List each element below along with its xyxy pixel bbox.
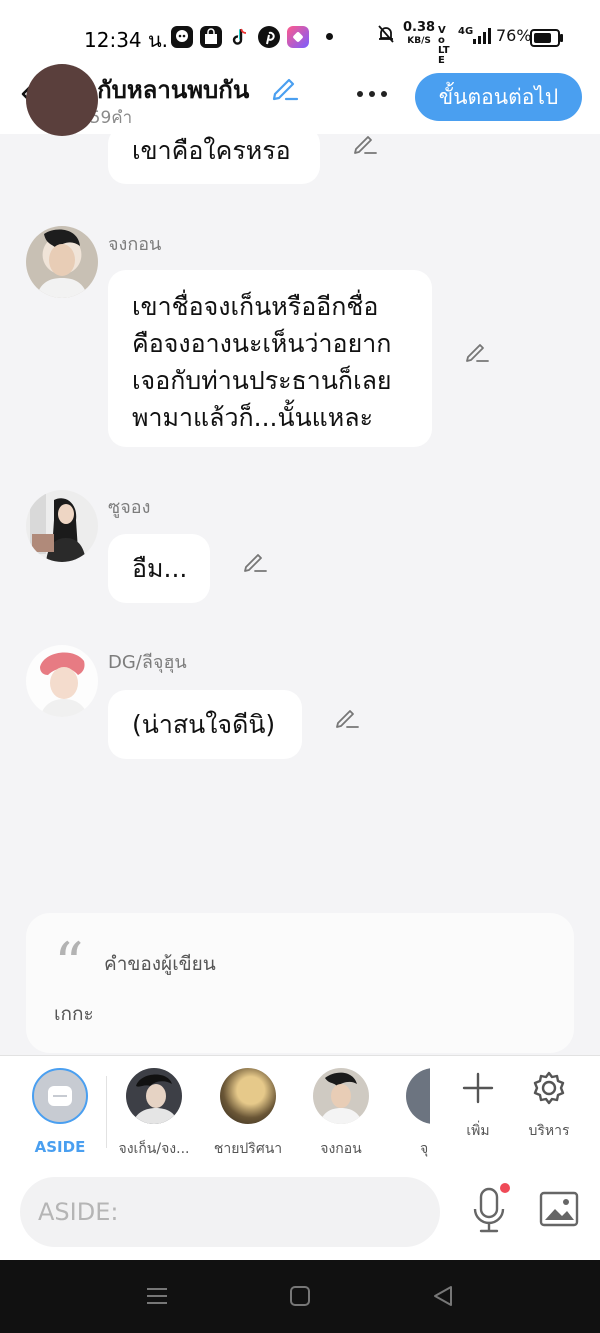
writer-note-text: เกกะ [54,1003,94,1025]
home-nav-button[interactable] [289,1284,311,1312]
record-indicator-dot [500,1183,510,1193]
status-bar: 12:34 น. 0.38 KB/S Vo LTE 4G 76% [0,0,600,68]
avatar [220,1068,276,1124]
pencil-icon [272,78,299,101]
character-selector: ASIDE จงเก็น/จง... ชายปริศนา จงกอน จุ เพ… [0,1055,600,1166]
edit-message-button[interactable] [242,548,268,574]
network-speed: 0.38 KB/S [403,20,436,46]
avatar [126,1068,182,1124]
avatar[interactable] [26,226,98,298]
sender-name: จงกอน [108,234,162,255]
avatar[interactable] [26,645,98,717]
back-triangle-icon [434,1286,452,1306]
volte-indicator: Vo LTE [438,25,450,66]
message-input[interactable] [20,1177,440,1247]
back-nav-button[interactable] [432,1284,454,1312]
message-bubble[interactable]: (น่าสนใจดีนิ) [108,690,302,759]
battery-percent: 76% [496,26,532,45]
plus-icon [458,1068,498,1108]
avatar [313,1068,369,1124]
next-step-button[interactable]: ขั้นตอนต่อไป [415,73,582,121]
system-nav-bar [0,1260,600,1333]
character-item[interactable]: ชายปริศนา [210,1068,286,1160]
line-app-icon [171,26,193,48]
mute-bell-icon [377,24,395,48]
character-label: ASIDE [34,1138,86,1156]
battery-icon [530,29,563,47]
home-square-icon [290,1286,310,1306]
character-label: จงเก็น/จง... [118,1141,190,1157]
sender-name: ซูจอง [108,497,151,518]
pencil-icon [354,136,377,154]
more-options-button[interactable] [352,76,392,113]
character-item[interactable]: จงเก็น/จง... [118,1068,190,1160]
signal-icon [472,28,492,48]
message-bubble[interactable]: อืม... [108,534,210,603]
edit-message-button[interactable] [352,130,378,156]
menu-nav-button[interactable] [146,1284,168,1312]
character-aside[interactable]: ASIDE [24,1068,96,1156]
pencil-icon [244,554,267,572]
message-bubble[interactable]: เขาคือใครหรอ [108,126,320,184]
gear-icon [529,1068,569,1108]
compose-bar [0,1165,600,1260]
notification-dot [326,33,333,40]
pinterest-icon [258,26,280,48]
edit-title-button[interactable] [270,72,300,102]
manage-characters-button[interactable]: บริหาร [519,1068,579,1142]
aside-icon [32,1068,88,1124]
tiktok-icon [229,26,251,48]
pencil-icon [466,344,489,362]
manage-label: บริหาร [528,1123,570,1139]
writer-note-label: คำของผู้เขียน [104,953,216,975]
sender-name: DG/ลีจุฮุน [108,652,187,673]
character-label: ชายปริศนา [213,1141,283,1157]
avatar [26,64,98,136]
app-store-icon [287,26,309,48]
divider [106,1076,107,1148]
edit-message-button[interactable] [334,704,360,730]
add-character-button[interactable]: เพิ่ม [448,1068,508,1142]
shopping-bag-icon [200,26,222,48]
character-item[interactable]: จุ [406,1068,430,1160]
quote-icon: “ [54,930,84,998]
insert-image-button[interactable] [538,1189,580,1229]
edit-message-button[interactable] [464,338,490,364]
network-type: 4G [458,26,474,37]
add-label: เพิ่ม [466,1123,490,1139]
menu-icon [147,1288,167,1304]
message-bubble[interactable]: เขาชื่อจงเก็นหรืออีกชื่อ คือจงอางนะเห็นว… [108,270,432,447]
writer-note-card[interactable]: “ คำของผู้เขียน เกกะ [26,913,574,1053]
character-label: จงกอน [320,1141,362,1157]
avatar[interactable] [26,490,98,562]
more-dots-icon [357,91,387,97]
character-label: จุ [420,1141,429,1157]
status-time: 12:34 น. [84,28,169,52]
character-item[interactable]: จงกอน [305,1068,377,1160]
avatar [406,1068,430,1124]
pencil-icon [336,710,359,728]
image-icon [539,1191,579,1227]
